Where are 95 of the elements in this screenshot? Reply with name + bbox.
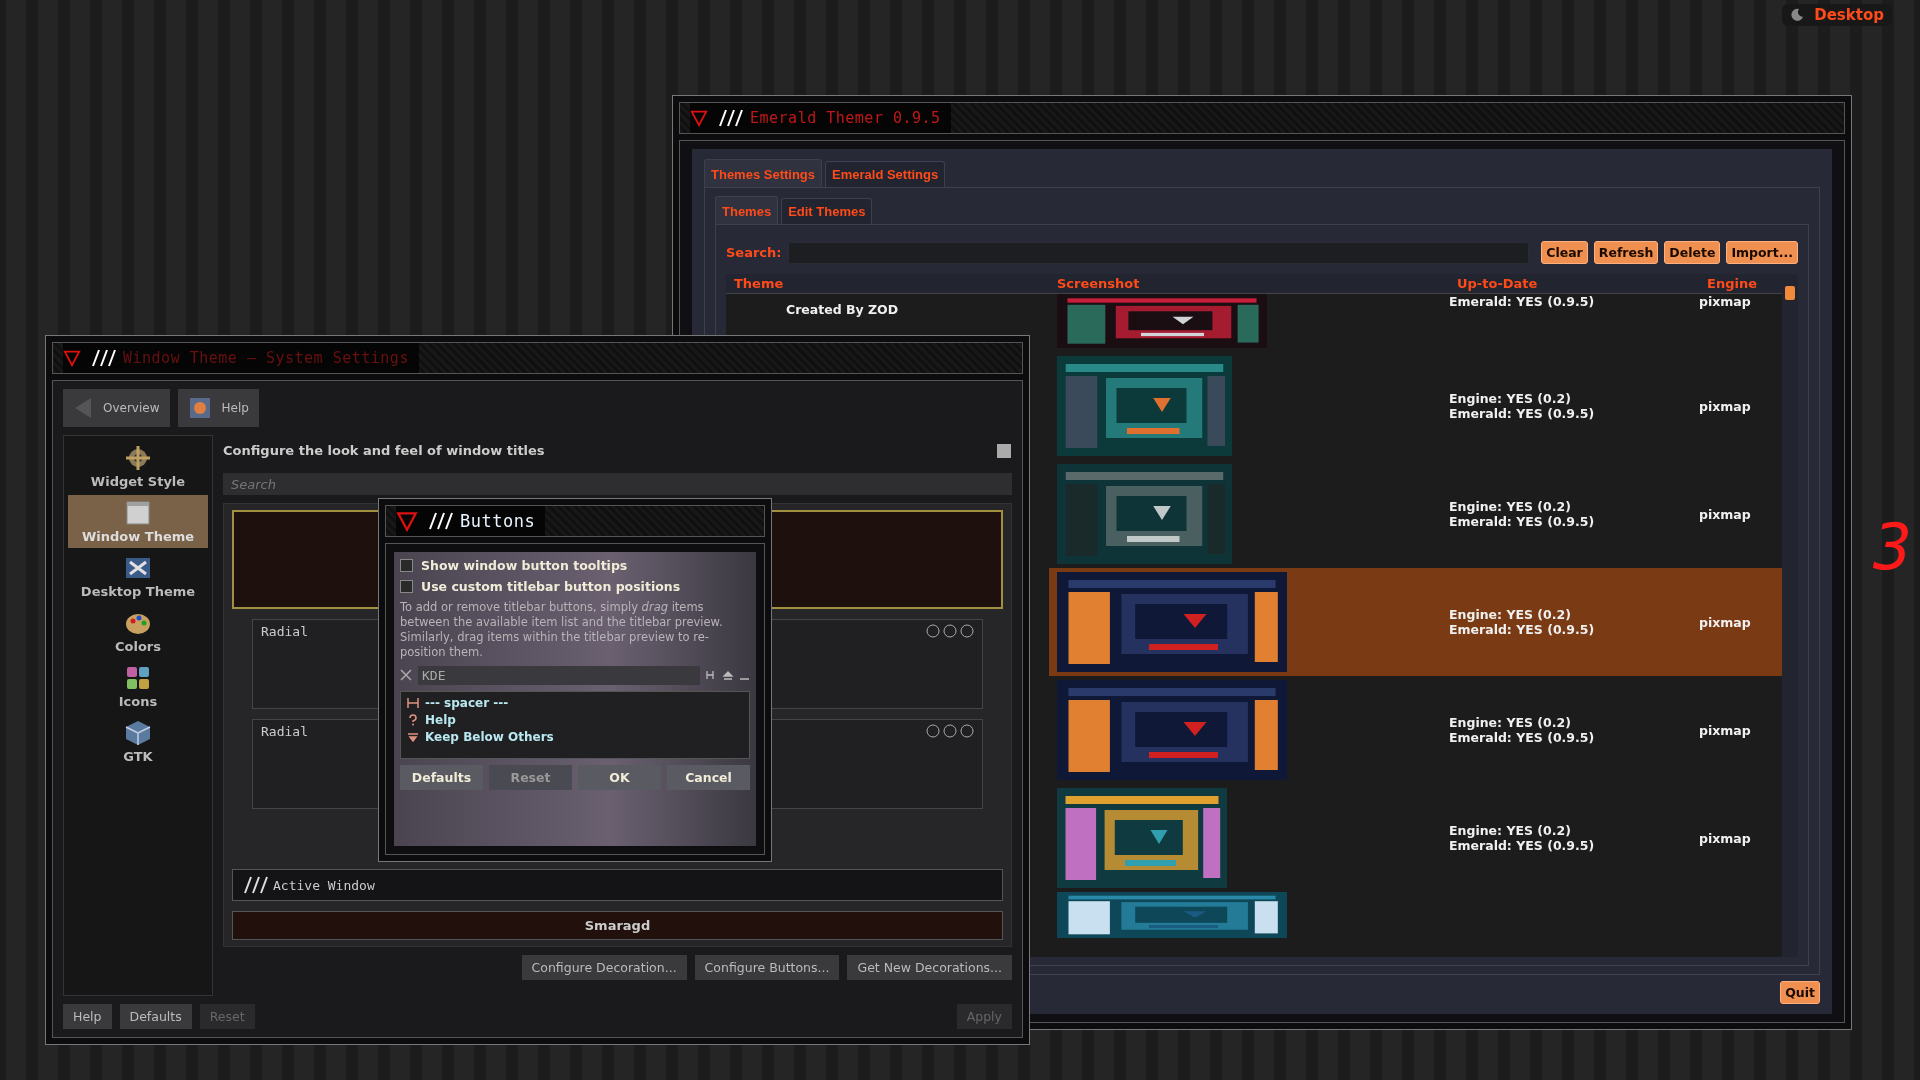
preview-title: Radial [261,724,308,739]
footer-button[interactable]: Defaults [119,1004,192,1029]
table-cell-text: Emerald: YES (0.9.5) [1449,838,1596,853]
triangle-logo-icon [63,349,81,367]
action-button[interactable]: Refresh [1593,241,1659,264]
table-cell-text: Emerald: YES (0.9.5) [1449,294,1596,309]
icons-grid-icon [127,667,149,689]
column-header[interactable]: Engine [1699,274,1782,293]
checkbox-label: Use custom titlebar button positions [421,579,681,594]
decoration-name[interactable]: Smaragd [232,911,1003,940]
window-icon [996,443,1012,459]
table-cell-text: Engine: YES (0.2) [1449,499,1572,514]
list-item[interactable]: Keep Below Others [407,729,743,744]
column-header[interactable]: Screenshot [1049,274,1449,293]
dialog-button[interactable]: OK [578,764,661,790]
tools-icon [126,558,150,578]
keep-below-icon [407,730,419,743]
palette-icon [126,614,150,634]
gear-icon [124,444,152,472]
sidebar-item[interactable]: Colors [68,605,208,658]
moon-icon [1790,8,1805,22]
window-controls-icon [926,724,974,738]
scrollbar[interactable] [1782,274,1798,957]
tab[interactable]: Themes [715,196,779,224]
tab[interactable]: Themes Settings [704,159,823,187]
window-title: Window Theme – System Settings [123,349,409,367]
list-item[interactable]: Help [407,712,743,727]
table-cell-text: Emerald: YES (0.9.5) [1449,514,1596,529]
sidebar-item[interactable]: Widget Style [68,440,208,493]
workspace-number: 3 [1873,510,1912,584]
sidebar-item[interactable]: Icons [68,660,208,713]
window-icon [126,501,150,525]
tab[interactable]: Emerald Settings [825,161,946,187]
column-header[interactable]: Theme [726,274,1049,293]
table-row[interactable]: Engine: YES (0.2) Emerald: YES (0.9.5) pixmap [1049,460,1782,568]
table-cell-text: Emerald: YES (0.9.5) [1449,730,1596,745]
table-row[interactable]: Engine: YES (0.2) Emerald: YES (0.9.5) pixmap [1049,784,1782,892]
column-header[interactable]: Up-to-Date [1449,274,1699,293]
spacer-icon [407,696,419,709]
action-button[interactable]: Get New Decorations... [847,955,1012,980]
window-title: Buttons [460,511,536,531]
action-button[interactable]: Clear [1541,241,1588,264]
search-field[interactable]: Search [223,473,1012,495]
sidebar-item[interactable]: Window Theme [68,495,208,548]
sidebar-item[interactable]: GTK [68,715,208,768]
quit-button[interactable]: Quit [1780,981,1820,1004]
table-cell-text: Engine: YES (0.2) [1449,391,1572,406]
action-button[interactable]: Configure Buttons... [694,955,840,980]
close-icon [400,669,412,682]
cube-icon [125,721,151,746]
back-icon [73,396,93,420]
action-button[interactable]: Delete [1664,241,1721,264]
table-row[interactable]: Engine: YES (0.2) Emerald: YES (0.9.5) pixmap [1049,676,1782,784]
table-cell-text: Engine: YES (0.2) [1449,715,1572,730]
preview-title: Radial [261,624,308,639]
toolbar-button[interactable]: Help [177,389,259,427]
table-cell-text: Engine: YES (0.2) [1449,607,1572,622]
titlebar-buttons-icon [706,669,750,682]
dialog-button[interactable]: Cancel [667,764,750,790]
checkbox[interactable] [400,580,413,593]
table-row[interactable]: Engine: YES (0.2) Emerald: YES (0.9.5) pixmap [1049,568,1782,676]
table-cell-text: Emerald: YES (0.9.5) [1449,406,1596,421]
table-cell-text: pixmap [1699,614,1752,630]
triangle-logo-icon [690,109,708,127]
table-cell-text: pixmap [1699,294,1752,309]
search-label: Search: [726,245,782,260]
hint-text: To add or remove titlebar buttons, simply drag items between the available item list and the titlebar preview. Similarly, drag items within the titlebar preview to re-position them. [400,600,724,660]
page-heading: Configure the look and feel of window titles [223,443,545,459]
table-row[interactable]: Emerald: YES (0.9.5) pixmap [1049,294,1782,352]
titlebar-preview[interactable]: KDE [418,665,700,685]
tab[interactable]: Edit Themes [781,198,873,224]
table-cell-text: Created By ZOD [786,302,900,317]
table-cell-text: pixmap [1699,506,1752,522]
triangle-logo-icon [396,510,418,532]
bar-title: Active Window [273,877,375,893]
table-cell-text: pixmap [1699,398,1752,414]
window-controls-icon [926,624,974,638]
table-cell-text: pixmap [1699,722,1752,738]
list-item[interactable]: --- spacer --- [407,695,743,710]
sidebar-item[interactable]: Desktop Theme [68,550,208,603]
toolbar-button[interactable]: Overview [63,389,170,427]
window-title: Emerald Themer 0.9.5 [750,109,941,127]
checkbox-label: Show window button tooltips [421,558,628,573]
table-cell-text: Engine: YES (0.2) [1449,823,1572,838]
desktop-indicator[interactable]: Desktop [1782,4,1892,26]
table-cell-text: pixmap [1699,830,1752,846]
desktop-label: Desktop [1814,6,1884,24]
help-icon [407,713,419,726]
action-button[interactable]: Import... [1726,241,1798,264]
footer-button[interactable]: Help [63,1004,112,1029]
checkbox[interactable] [400,559,413,572]
table-row[interactable]: Engine: YES (0.2) Emerald: YES (0.9.5) pixmap [1049,352,1782,460]
dialog-button[interactable]: Defaults [400,764,483,790]
table-cell-text: Emerald: YES (0.9.5) [1449,622,1596,637]
action-button[interactable]: Configure Decoration... [521,955,687,980]
